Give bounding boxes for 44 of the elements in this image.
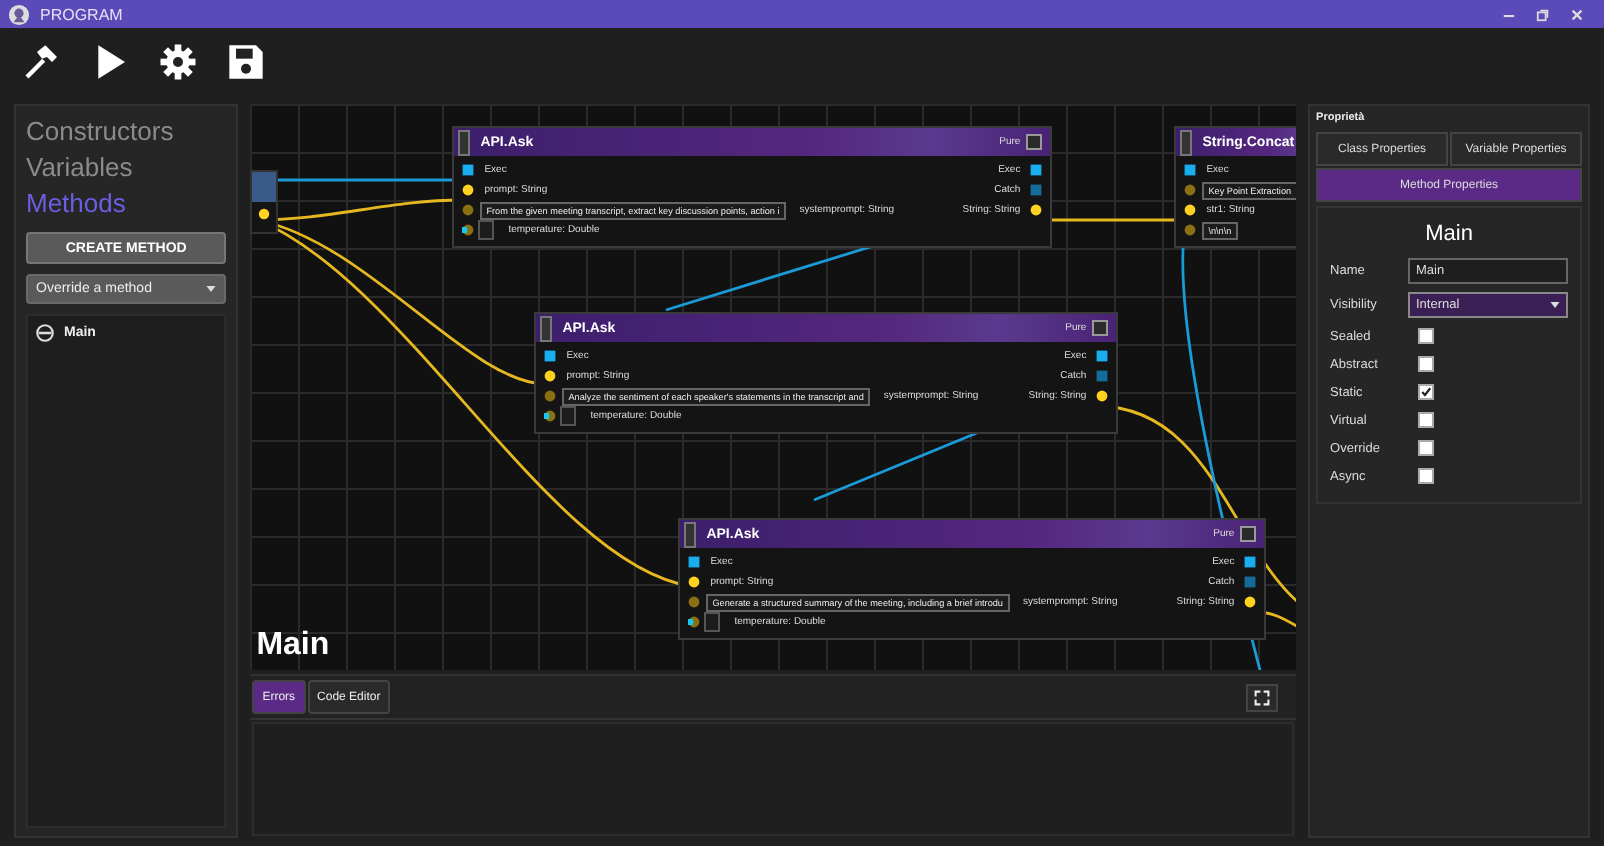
caret-icon [206,286,217,292]
data-port-icon[interactable] [1244,596,1257,608]
section-tab[interactable]: Constructors [26,114,174,150]
drag-handle[interactable] [684,521,697,547]
exec-port-icon[interactable] [1184,164,1197,176]
checkbox[interactable] [1418,412,1435,428]
close-icon[interactable] [1570,7,1584,21]
checkbox[interactable] [1418,356,1435,372]
fullscreen-icon [1254,689,1271,705]
restore-icon[interactable] [1536,7,1550,21]
data-port-icon[interactable] [258,208,271,220]
window-title: PROGRAM [40,5,125,23]
exec-port-icon[interactable] [462,164,475,176]
pure-checkbox[interactable] [1026,134,1043,150]
canvas-title: Main [256,628,330,664]
drag-handle[interactable] [540,315,553,341]
settings-icon[interactable] [158,42,198,82]
save-icon[interactable] [226,42,266,82]
checkbox[interactable] [1418,328,1435,344]
pure-checkbox[interactable] [1240,526,1257,542]
method-title: Main [1423,222,1475,246]
exec-port-icon[interactable] [688,556,701,568]
data-port-icon[interactable] [688,616,701,628]
method-icon [36,324,54,342]
data-port-icon[interactable] [1030,204,1043,216]
checkbox[interactable] [1418,440,1435,456]
data-port-icon[interactable] [544,410,557,422]
app-logo-icon [8,3,30,25]
number-field[interactable] [560,406,577,426]
hammer-icon[interactable] [22,42,62,82]
drag-handle[interactable] [1180,129,1193,155]
pure-checkbox[interactable] [1092,320,1109,336]
section-tab[interactable]: Variables [26,150,133,186]
number-field[interactable] [704,612,721,632]
caret-icon [1549,302,1560,308]
data-port-icon[interactable] [462,224,475,236]
exec-port-icon[interactable] [544,350,557,362]
fullscreen-button[interactable] [1246,683,1279,711]
checkbox[interactable] [1418,384,1435,400]
number-field[interactable] [478,220,495,240]
checkbox[interactable] [1418,468,1435,484]
drag-handle[interactable] [458,129,471,155]
data-port-icon[interactable] [1096,390,1109,402]
node-header [252,172,277,202]
